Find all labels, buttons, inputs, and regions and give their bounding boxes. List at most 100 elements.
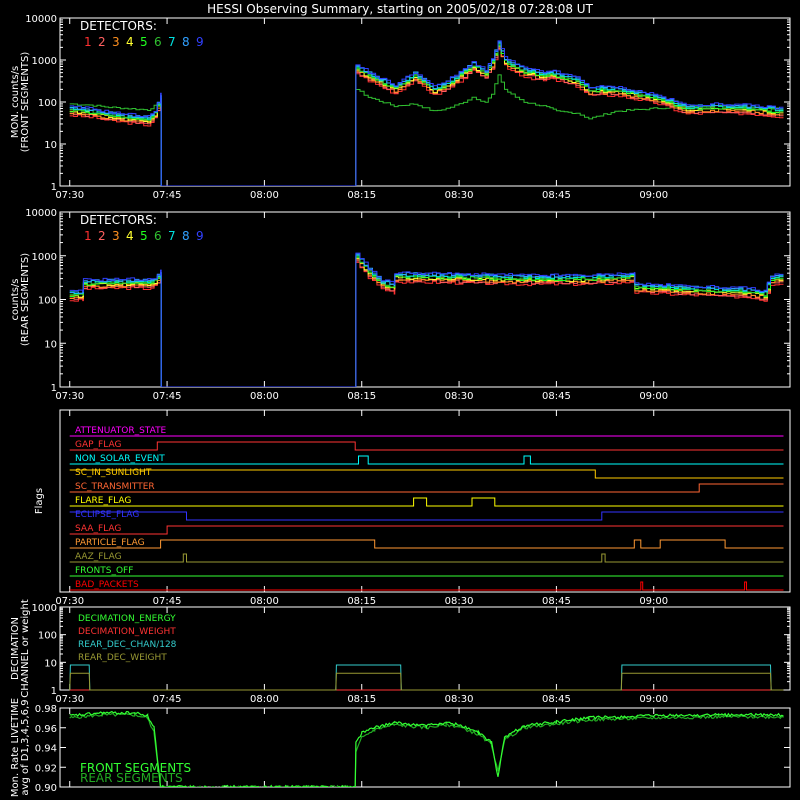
flag-label: SAA_FLAG (75, 524, 121, 534)
x-tick-label: 08:30 (445, 694, 474, 705)
series-line-detector-8 (69, 41, 784, 186)
legend-item: 3 (112, 229, 120, 243)
y-tick-label: 0.94 (35, 744, 57, 755)
y-tick-label: 0.90 (35, 783, 57, 794)
x-tick-label: 08:15 (347, 694, 376, 705)
series-line-detector-5 (69, 45, 784, 186)
y-axis-label-line2: (FRONT SEGMENTS) (20, 52, 31, 153)
front-panel: 07:30 07:45 08:00 08:15 08:30 08:45 09:00 1 10 10… (10, 14, 791, 201)
y-axis-label-line2: (REAR SEGMENTS) (20, 253, 31, 346)
y-tick-label: 1000 (32, 56, 57, 67)
x-tick-label: 07:30 (55, 391, 84, 402)
x-tick-label: 08:45 (542, 190, 571, 201)
flag-label: AAZ_FLAG (75, 552, 122, 562)
rear-panel-series (69, 252, 784, 387)
decimation-line (69, 664, 784, 691)
decimation-legend-item: DECIMATION_ENERGY (78, 614, 176, 624)
decimation-legend-item: REAR_DEC_CHAN/128 (78, 640, 177, 650)
decimation-panel: 07:30 07:45 08:00 08:15 08:30 08:45 09:00 1 10 10… (10, 599, 791, 705)
legend-item: 6 (154, 35, 162, 49)
series-line-detector-3 (69, 47, 784, 186)
flag-label: FRONTS_OFF (75, 566, 133, 576)
flag-line (69, 511, 784, 521)
flag-line (69, 497, 784, 507)
legend-title: DETECTORS: (80, 213, 157, 227)
legend-item: 9 (196, 35, 204, 49)
y-tick-label: 1 (51, 383, 57, 394)
x-tick-label: 07:30 (55, 694, 84, 705)
flag-label: GAP_FLAG (75, 440, 121, 450)
x-tick-label: 07:30 (55, 190, 84, 201)
x-tick-label: 07:45 (153, 190, 182, 201)
flag-line (69, 441, 784, 451)
flag-line (69, 483, 784, 493)
figure-title: HESSI Observing Summary, starting on 200… (207, 2, 593, 16)
x-tick-label: 08:30 (445, 190, 474, 201)
flag-line (69, 525, 784, 535)
x-tick-label: 08:00 (250, 694, 279, 705)
x-tick-label: 09:00 (639, 694, 668, 705)
legend-item: 8 (182, 229, 190, 243)
y-tick-label: 0.92 (35, 763, 57, 774)
series-line-detector-6 (69, 43, 784, 186)
x-tick-label: 09:00 (639, 596, 668, 607)
legend-item: 2 (98, 35, 106, 49)
series-line-detector-3 (69, 259, 784, 387)
flag-line (69, 553, 784, 563)
legend-item: 8 (182, 35, 190, 49)
x-tick-label: 08:45 (542, 694, 571, 705)
y-tick-label: 10 (44, 339, 57, 350)
y-axis-label: Mon. Rate LIVETIME avg of D1,3,4,5,6,9 (10, 698, 31, 797)
series-line-det6 (69, 74, 784, 186)
legend-item: 7 (168, 229, 176, 243)
legend-item: 6 (154, 229, 162, 243)
series-line-detector-8 (69, 253, 784, 387)
y-tick-label: 0.98 (35, 704, 57, 715)
series-line-detector-1 (69, 48, 784, 186)
flag-label: NON_SOLAR_EVENT (75, 454, 165, 464)
series-line-detector-5 (69, 256, 784, 387)
legend-item: 4 (126, 229, 134, 243)
y-tick-label: 0.96 (35, 724, 57, 735)
flags-panel-frame (59, 409, 791, 593)
flag-label: BAD_PACKETS (75, 580, 139, 590)
x-tick-label: 08:00 (250, 190, 279, 201)
series-line-detector-4 (69, 46, 784, 186)
x-tick-label: 07:45 (153, 596, 182, 607)
x-tick-label: 07:45 (153, 694, 182, 705)
x-tick-label: 08:00 (250, 596, 279, 607)
y-tick-label: 1 (51, 182, 57, 193)
legend-item: 7 (168, 35, 176, 49)
livetime-panel: 0.90 0.92 0.94 0.96 0.98 Mon. Rate LIVETIME av… (10, 698, 791, 797)
x-tick-label: 08:00 (250, 391, 279, 402)
flags-panel: 07:30 07:45 08:00 08:15 08:30 08:45 09:00 Flags… (34, 409, 791, 607)
x-tick-label: 07:30 (55, 596, 84, 607)
flag-line (69, 469, 784, 479)
series-line-detector-9 (69, 252, 784, 387)
decimation-legend-item: DECIMATION_WEIGHT (78, 627, 176, 637)
x-tick-label: 08:30 (445, 391, 474, 402)
y-tick-label: 1000 (32, 252, 57, 263)
flag-label: ATTENUATOR_STATE (75, 426, 167, 436)
x-tick-label: 08:15 (347, 596, 376, 607)
x-tick-label: 08:15 (347, 391, 376, 402)
x-tick-label: 08:15 (347, 190, 376, 201)
x-tick-label: 08:30 (445, 596, 474, 607)
flag-line (69, 581, 784, 591)
flag-label: PARTICLE_FLAG (75, 538, 145, 548)
decimation-line (69, 672, 784, 691)
y-axis-label: DECIMATION CHANNEL or weight (10, 599, 31, 698)
flag-label: FLARE_FLAG (75, 496, 131, 506)
flag-line (69, 539, 784, 549)
y-tick-label: 10 (44, 140, 57, 151)
y-axis-label: Flags (34, 488, 45, 514)
flag-label: SC_TRANSMITTER (75, 482, 155, 492)
legend-item: 3 (112, 35, 120, 49)
y-tick-label: 1 (51, 686, 57, 697)
hessi-summary-figure: HESSI Observing Summary, starting on 200… (10, 2, 791, 797)
legend-item: 1 (84, 229, 92, 243)
x-tick-label: 08:45 (542, 596, 571, 607)
legend-item: 4 (126, 35, 134, 49)
livetime-legend-item: REAR SEGMENTS (80, 771, 183, 785)
legend-item: 9 (196, 229, 204, 243)
